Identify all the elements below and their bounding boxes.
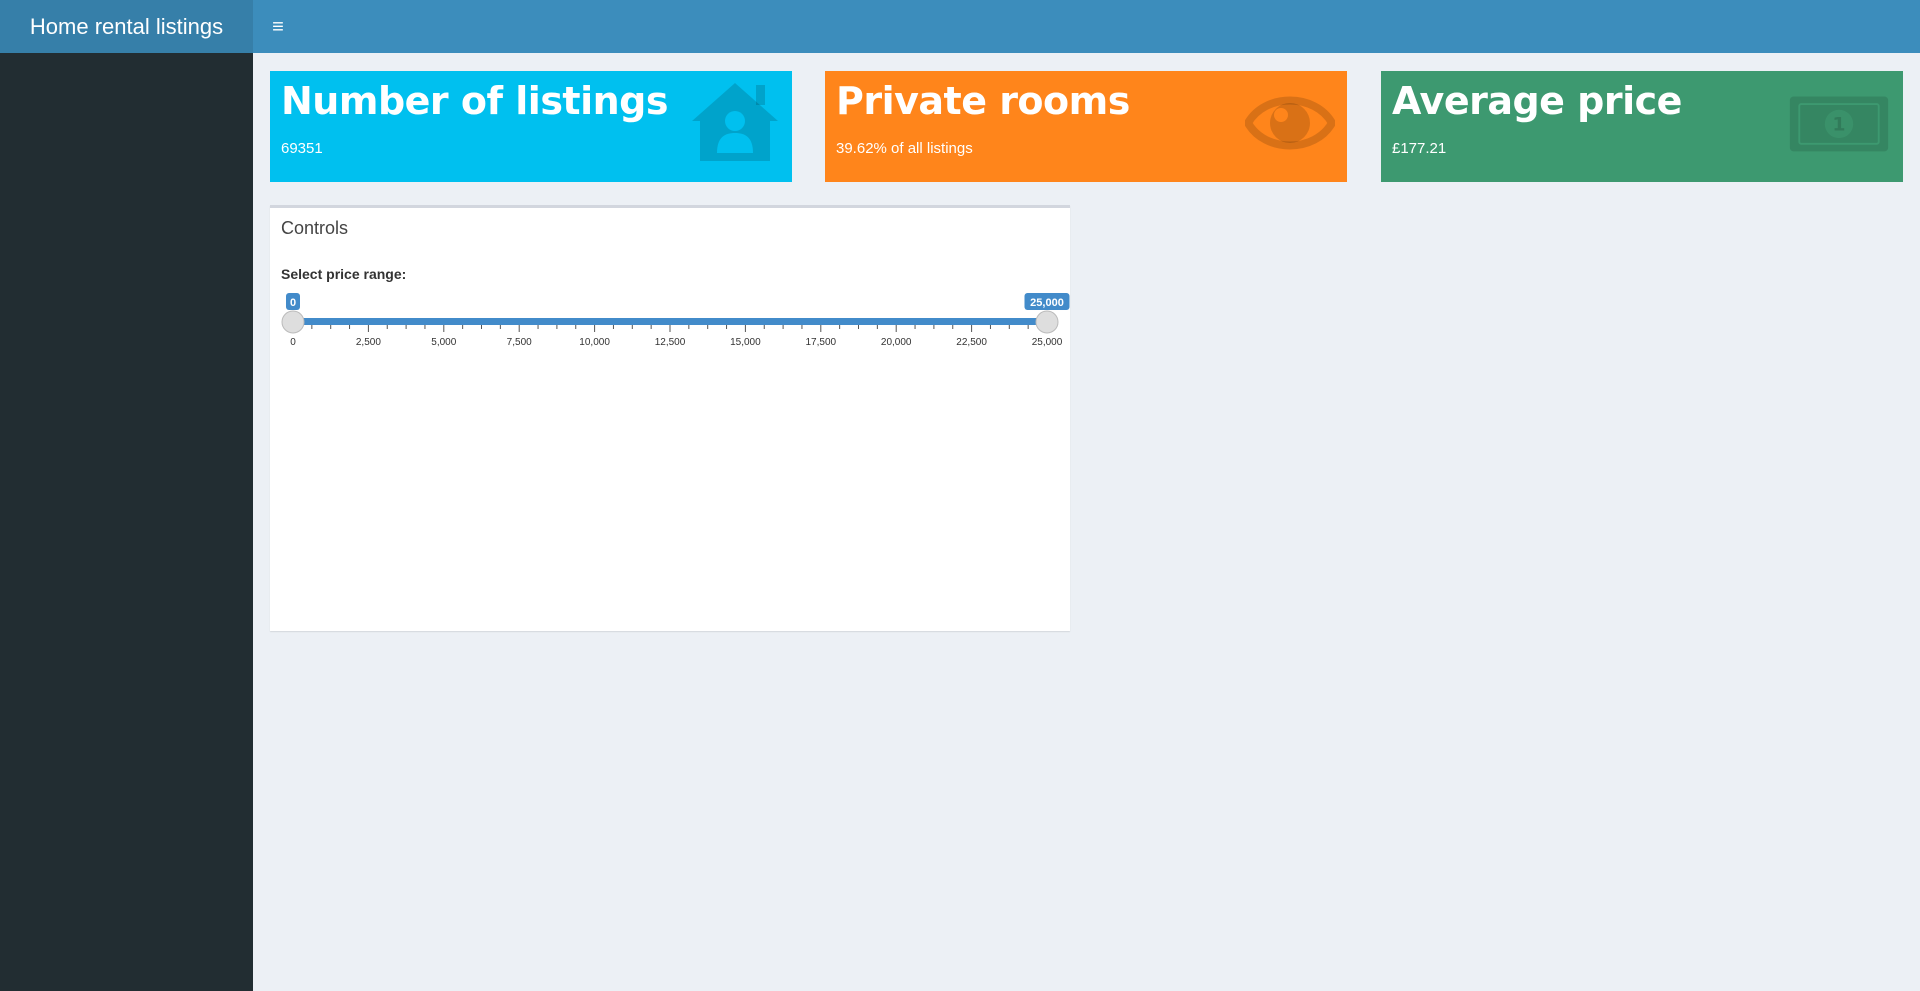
price-range-slider[interactable]: 0 2,500 5,000 7,500 10,000 12,500 15,000 17,500…	[270, 288, 1070, 358]
slider-from-handle[interactable]: 0	[281, 293, 305, 334]
slider-tick-label: 20,000	[881, 337, 912, 348]
price-range-label: Select price range:	[281, 266, 407, 282]
valuebox-title: Number of listings	[281, 79, 669, 123]
valuebox-title: Private rooms	[836, 79, 1130, 123]
main-content: Number of listings 69351 Private rooms 3…	[253, 53, 1920, 991]
valuebox-title: Average price	[1392, 79, 1682, 123]
slider-track[interactable]	[293, 318, 1047, 325]
slider-tick-label: 10,000	[579, 337, 610, 348]
valuebox-value: £177.21	[1392, 140, 1447, 157]
slider-to-handle[interactable]: 25,000	[1024, 293, 1070, 334]
controls-panel: Controls Select price range: 0 2,500 5,000…	[270, 205, 1070, 631]
slider-tick-label: 2,500	[356, 337, 381, 348]
slider-from-value: 0	[290, 297, 296, 309]
valuebox-private-rooms: Private rooms 39.62% of all listings	[825, 71, 1347, 182]
panel-title: Controls	[281, 218, 349, 238]
house-user-icon	[692, 83, 778, 161]
slider-tick-label: 5,000	[431, 337, 456, 348]
slider-tick-label: 25,000	[1032, 337, 1063, 348]
sidebar-toggle-hamburger-icon[interactable]: ≡	[263, 12, 293, 42]
valuebox-value: 39.62% of all listings	[836, 140, 973, 157]
slider-tick-label: 17,500	[806, 337, 837, 348]
money-bill-icon: 1	[1789, 96, 1889, 152]
slider-tick-label: 15,000	[730, 337, 761, 348]
app-title[interactable]: Home rental listings	[0, 0, 253, 53]
slider-tick-label: 22,500	[956, 337, 987, 348]
valuebox-average-price: Average price £177.21 1	[1381, 71, 1903, 182]
slider-to-value: 25,000	[1030, 297, 1064, 309]
slider-tick-label: 0	[290, 337, 296, 348]
valuebox-value: 69351	[281, 140, 323, 157]
slider-tick-label: 7,500	[507, 337, 532, 348]
top-navbar: ≡	[253, 0, 1920, 53]
eye-icon	[1245, 96, 1335, 150]
sidebar	[0, 53, 253, 991]
slider-tick-label: 12,500	[655, 337, 686, 348]
svg-text:1: 1	[1832, 114, 1845, 136]
valuebox-listings: Number of listings 69351	[270, 71, 792, 182]
